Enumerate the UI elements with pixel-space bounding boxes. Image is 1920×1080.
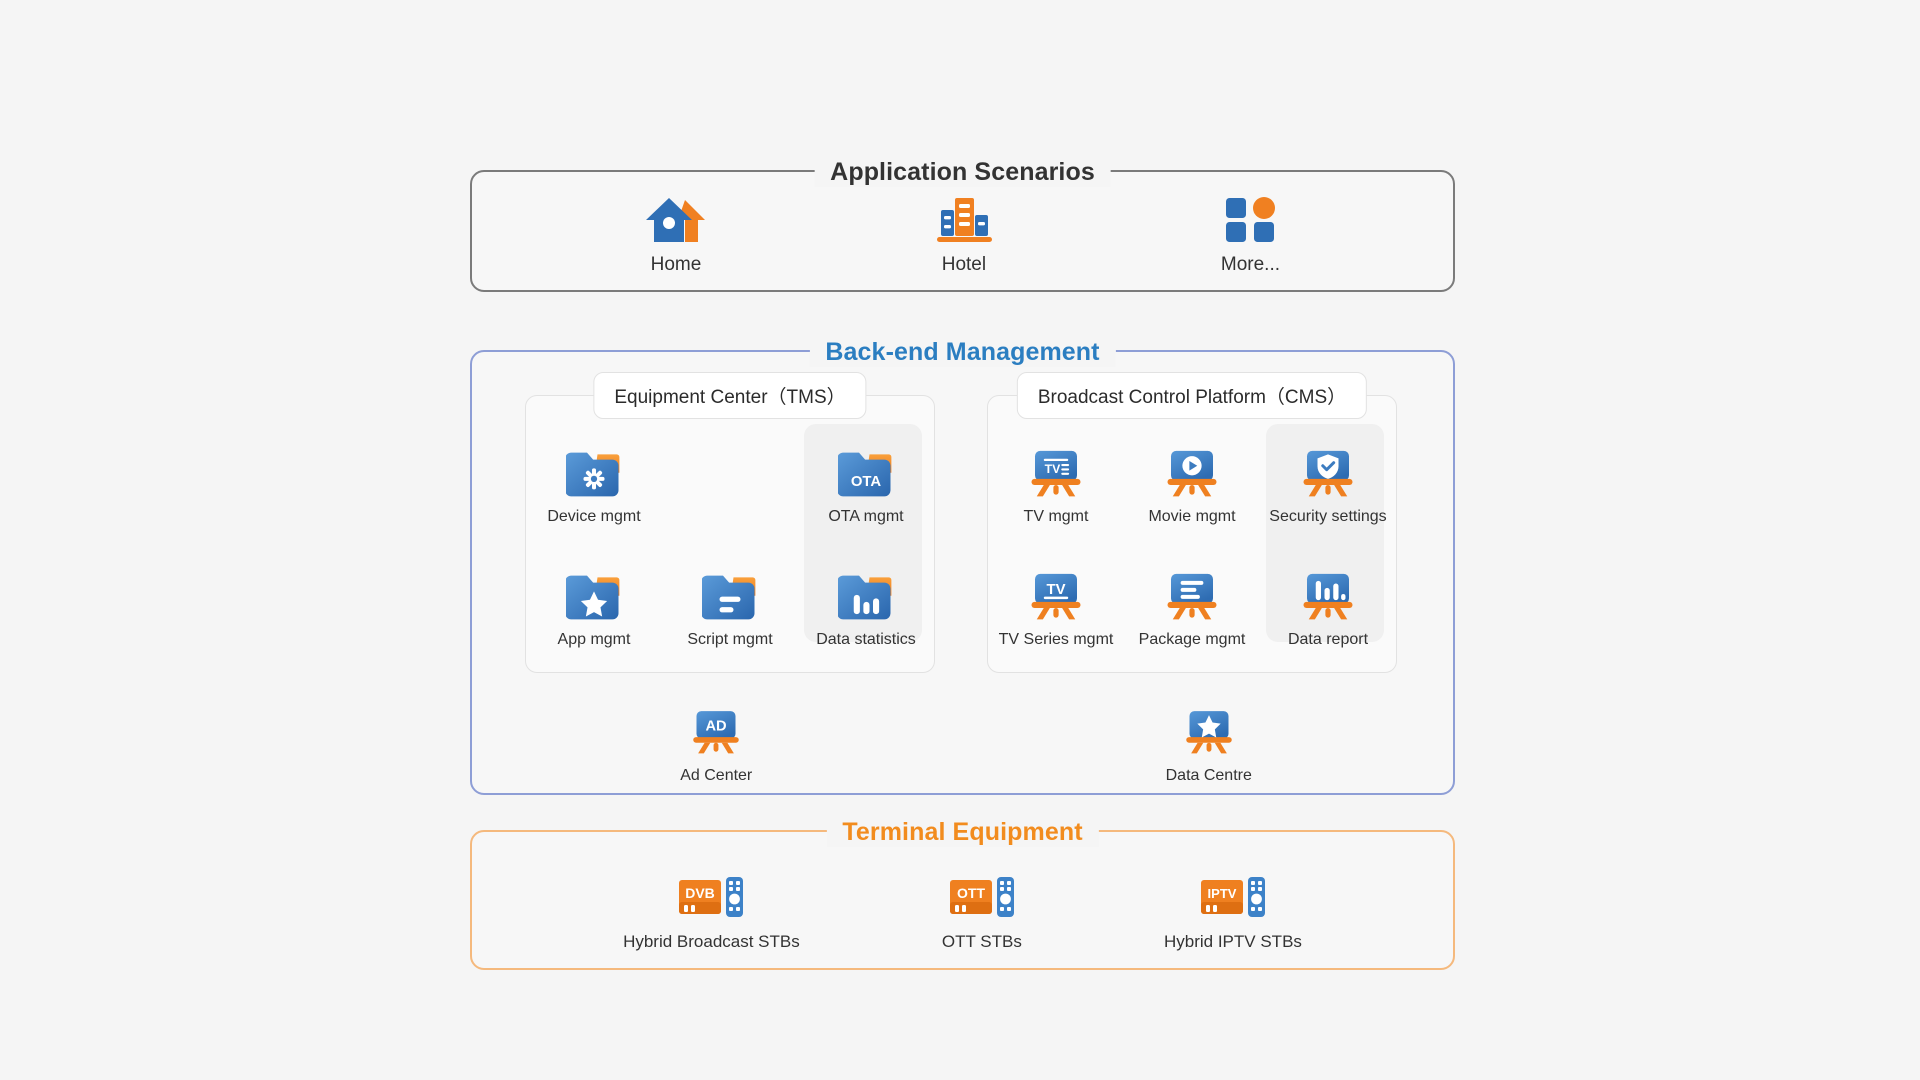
tms-item-script-mgmt[interactable]: Script mgmt — [662, 549, 798, 672]
stb-badge-text: DVB — [686, 885, 716, 901]
svg-text:TV: TV — [1045, 462, 1061, 476]
folder-star-icon — [566, 572, 622, 623]
cms-item-security-settings[interactable]: Security settings — [1260, 426, 1396, 549]
svg-text:TV: TV — [1047, 582, 1066, 598]
terminal-item-ott[interactable]: OTT OTT STBs — [942, 872, 1022, 952]
terminal-tile-row: DVB Hybrid Broadcast STBs OTT OTT STBs I… — [472, 832, 1453, 968]
application-scenarios-panel: Application Scenarios Home Hotel More... — [470, 158, 1455, 292]
stb-badge-text: OTT — [957, 885, 985, 901]
backend-label-ad-center: Ad Center — [680, 767, 753, 784]
scenario-item-hotel[interactable]: Hotel — [933, 194, 995, 276]
terminal-label-hybrid-broadcast: Hybrid Broadcast STBs — [623, 932, 800, 951]
folder-gear-icon — [566, 449, 622, 500]
easel-lines-icon — [1164, 572, 1220, 623]
easel-play-icon — [1164, 449, 1220, 500]
terminal-label-ott: OTT STBs — [941, 932, 1022, 951]
hotel-icon — [933, 194, 995, 244]
cms-label-security-settings: Security settings — [1269, 508, 1387, 525]
tms-label-script-mgmt: Script mgmt — [687, 631, 773, 648]
cms-icon-grid: TV TV mgmt Movie mgmt Security settings … — [988, 426, 1396, 672]
folder-ota-icon: OTA — [838, 449, 894, 500]
ota-text: OTA — [851, 474, 882, 490]
easel-chart-icon — [1300, 572, 1356, 623]
backend-item-ad-center[interactable]: AD Ad Center — [680, 690, 752, 785]
stb-badge-text: IPTV — [1207, 886, 1236, 901]
terminal-equipment-title: Terminal Equipment — [826, 818, 1099, 847]
tms-label-data-statistics: Data statistics — [816, 631, 916, 648]
application-scenarios-title: Application Scenarios — [814, 158, 1111, 187]
stb-ott-icon: OTT — [948, 872, 1016, 922]
tms-item-device-mgmt[interactable]: Device mgmt — [526, 426, 662, 549]
terminal-item-hybrid-iptv[interactable]: IPTV Hybrid IPTV STBs — [1164, 872, 1302, 952]
terminal-equipment-panel: Terminal Equipment DVB Hybrid Broadcast … — [470, 818, 1455, 970]
cms-item-tv-mgmt[interactable]: TV TV mgmt — [988, 426, 1124, 549]
broadcast-control-chip: Broadcast Control Platform（CMS） — [1016, 372, 1368, 419]
cms-label-tv-mgmt: TV mgmt — [1023, 508, 1089, 525]
tms-label-device-mgmt: Device mgmt — [547, 508, 641, 525]
more-grid-icon — [1222, 194, 1278, 244]
scenario-label-more: More... — [1220, 254, 1280, 275]
folder-chart-icon — [838, 572, 894, 623]
scenario-tile-row: Home Hotel More... — [472, 172, 1453, 290]
stb-iptv-icon: IPTV — [1199, 872, 1267, 922]
easel-star-icon — [1183, 709, 1235, 757]
easel-tv-icon: TV — [1028, 449, 1084, 500]
tms-label-ota-mgmt: OTA mgmt — [828, 508, 904, 525]
tms-item-ota-mgmt[interactable]: OTA OTA mgmt — [798, 426, 934, 549]
scenario-label-home: Home — [650, 254, 702, 275]
cms-label-data-report: Data report — [1287, 631, 1369, 648]
scenario-label-hotel: Hotel — [941, 254, 987, 275]
terminal-item-hybrid-broadcast[interactable]: DVB Hybrid Broadcast STBs — [623, 872, 800, 952]
cms-item-data-report[interactable]: Data report — [1260, 549, 1396, 672]
stb-dvb-icon: DVB — [677, 872, 745, 922]
backend-bottom-left: AD Ad Center — [470, 690, 963, 785]
svg-text:AD: AD — [706, 719, 727, 735]
broadcast-control-card: Broadcast Control Platform（CMS） TV TV mg… — [987, 372, 1397, 673]
equipment-center-chip: Equipment Center（TMS） — [593, 372, 867, 419]
cms-item-movie-mgmt[interactable]: Movie mgmt — [1124, 426, 1260, 549]
tms-icon-grid: Device mgmt OTA OTA mgmt App mgmt Script… — [526, 426, 934, 672]
equipment-center-card: Equipment Center（TMS） Device mgmt OTA OT… — [525, 372, 935, 673]
tms-item-app-mgmt[interactable]: App mgmt — [526, 549, 662, 672]
cms-label-package-mgmt: Package mgmt — [1138, 631, 1246, 648]
tms-item-empty — [662, 426, 798, 549]
easel-ad-icon: AD — [690, 709, 742, 757]
cms-item-tv-series-mgmt[interactable]: TV TV Series mgmt — [988, 549, 1124, 672]
tms-item-data-statistics[interactable]: Data statistics — [798, 549, 934, 672]
cms-label-tv-series-mgmt: TV Series mgmt — [998, 631, 1114, 648]
backend-bottom-right: Data Centre — [963, 690, 1456, 785]
backend-item-data-centre[interactable]: Data Centre — [1166, 690, 1252, 785]
backend-bottom-row: AD Ad Center Data Centre — [470, 690, 1455, 785]
terminal-label-hybrid-iptv: Hybrid IPTV STBs — [1163, 932, 1302, 951]
cms-label-movie-mgmt: Movie mgmt — [1148, 508, 1236, 525]
scenario-item-home[interactable]: Home — [645, 194, 707, 276]
cms-item-package-mgmt[interactable]: Package mgmt — [1124, 549, 1260, 672]
easel-tv2-icon: TV — [1028, 572, 1084, 623]
folder-lines-icon — [702, 572, 758, 623]
tms-label-app-mgmt: App mgmt — [557, 631, 631, 648]
scenario-item-more[interactable]: More... — [1221, 194, 1280, 276]
home-icon — [645, 194, 707, 244]
backend-management-title: Back-end Management — [809, 338, 1116, 367]
diagram-canvas: Application Scenarios Home Hotel More...… — [0, 0, 1920, 1080]
backend-label-data-centre: Data Centre — [1165, 767, 1252, 784]
easel-shield-icon — [1300, 449, 1356, 500]
